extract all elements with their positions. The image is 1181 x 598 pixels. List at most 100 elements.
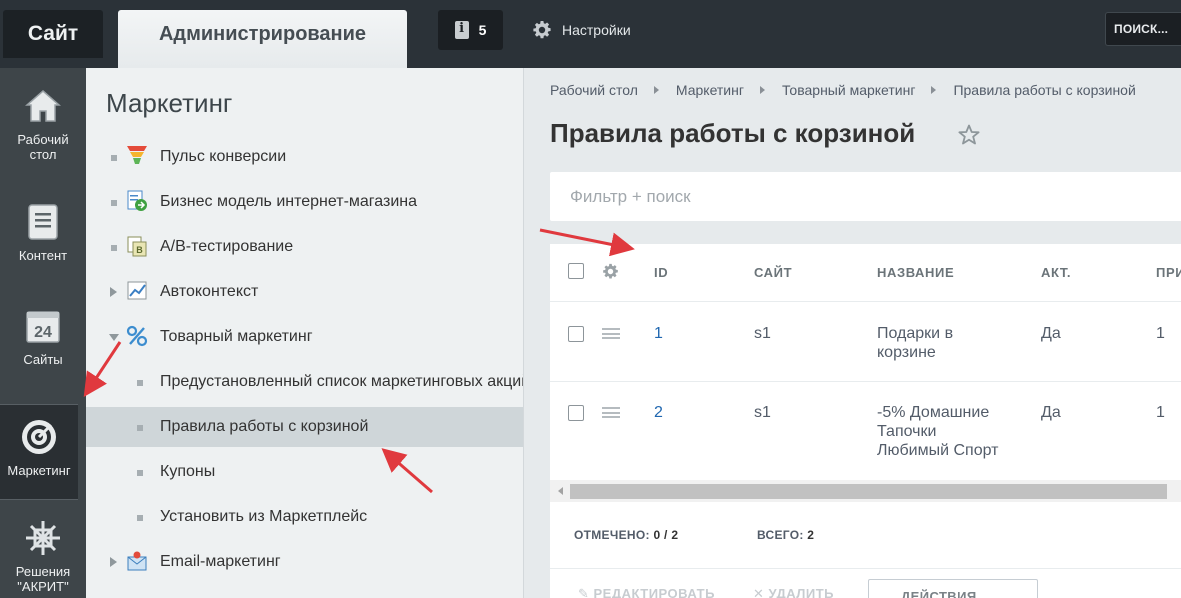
cell-id[interactable]: 2 — [654, 403, 663, 422]
delete-label: УДАЛИТЬ — [768, 586, 835, 598]
collapse-arrow-icon[interactable] — [109, 334, 119, 341]
menu-item-autocontext[interactable]: Автоконтекст — [86, 272, 523, 312]
menu-item-coupons[interactable]: Купоны — [86, 452, 523, 492]
settings-button[interactable]: Настройки — [532, 18, 631, 42]
table-row[interactable]: 2 s1 -5% Домашние Тапочки Любимый Спорт … — [550, 382, 1181, 480]
breadcrumb-separator-icon — [931, 86, 937, 94]
actions-select[interactable]: ДЕЙСТВИЯ — [868, 579, 1038, 598]
menu-item-ab-testing[interactable]: B A/B-тестирование — [86, 227, 523, 267]
drag-handle-icon[interactable] — [602, 328, 620, 339]
menu-item-label: Email-маркетинг — [160, 553, 281, 570]
column-header-site[interactable]: САЙТ — [754, 265, 792, 280]
rail-item-sites[interactable]: 24 Сайты — [0, 306, 86, 367]
menu-item-business-model[interactable]: Бизнес модель интернет-магазина — [86, 182, 523, 222]
cell-id[interactable]: 1 — [654, 324, 663, 343]
breadcrumb-product-marketing[interactable]: Товарный маркетинг — [782, 82, 915, 98]
search-input[interactable]: ПОИСК... — [1105, 12, 1181, 46]
rail-item-desktop[interactable]: Рабочий стол — [0, 86, 86, 162]
menu-item-product-marketing[interactable]: Товарный маркетинг — [86, 317, 523, 357]
column-header-priority[interactable]: ПРИ — [1156, 265, 1181, 280]
breadcrumb-cart-rules[interactable]: Правила работы с корзиной — [953, 82, 1135, 98]
cell-name: Подарки в корзине — [877, 324, 953, 362]
left-rail: Рабочий стол Контент 24 Сайты Маркетинг … — [0, 68, 86, 598]
menu-item-label: Автоконтекст — [160, 283, 259, 300]
rail-item-label: Рабочий стол — [17, 132, 69, 162]
menu-item-label: Предустановленный список маркетинговых а… — [160, 373, 524, 390]
bullet — [137, 425, 143, 431]
menu-item-marketplace[interactable]: Установить из Маркетплейс — [86, 497, 523, 537]
document-icon — [23, 202, 63, 242]
horizontal-scrollbar[interactable] — [550, 480, 1181, 502]
drag-handle-icon[interactable] — [602, 407, 620, 418]
rail-item-label: Контент — [18, 248, 68, 263]
section-menu: Маркетинг Пульс конверсии Бизнес модель … — [86, 68, 524, 598]
cell-name-line: -5% Домашние — [877, 404, 990, 421]
bullet — [111, 155, 117, 161]
funnel-icon — [127, 146, 147, 164]
svg-text:24: 24 — [34, 324, 52, 341]
rail-item-label: Сайты — [23, 352, 63, 367]
total-label: ВСЕГО: — [757, 528, 804, 542]
delete-button[interactable]: ✕ УДАЛИТЬ — [753, 586, 834, 598]
settings-label: Настройки — [562, 22, 631, 38]
rules-grid: ID САЙТ НАЗВАНИЕ АКТ. ПРИ 1 s1 Подарки в… — [550, 244, 1181, 598]
tab-administration[interactable]: Администрирование — [118, 10, 407, 68]
cross-icon: ✕ — [753, 586, 769, 598]
row-checkbox[interactable] — [568, 326, 584, 342]
expand-arrow-icon[interactable] — [110, 557, 117, 567]
menu-item-label: Пульс конверсии — [160, 148, 287, 165]
menu-title: Маркетинг — [106, 88, 233, 118]
breadcrumb-separator-icon — [759, 86, 765, 94]
menu-item-label: A/B-тестирование — [160, 238, 294, 255]
expand-arrow-icon[interactable] — [110, 287, 117, 297]
breadcrumb-desktop[interactable]: Рабочий стол — [550, 82, 638, 98]
group-actions-bar: ✎ РЕДАКТИРОВАТЬ ✕ УДАЛИТЬ ДЕЙСТВИЯ — [550, 568, 1181, 598]
edit-button[interactable]: ✎ РЕДАКТИРОВАТЬ — [578, 586, 715, 598]
breadcrumb: Рабочий стол Маркетинг Товарный маркетин… — [550, 82, 1136, 98]
total-value: 2 — [807, 528, 815, 542]
breadcrumb-separator-icon — [653, 86, 659, 94]
bullet — [137, 515, 143, 521]
rail-item-marketing[interactable]: Маркетинг — [0, 404, 78, 500]
menu-item-label: Установить из Маркетплейс — [160, 508, 368, 525]
pencil-icon: ✎ — [578, 586, 594, 598]
info-icon — [454, 21, 469, 39]
table-row[interactable]: 1 s1 Подарки в корзине Да 1 — [550, 302, 1181, 382]
cell-name: -5% Домашние Тапочки Любимый Спорт — [877, 403, 998, 460]
marked-value: 0 / 2 — [653, 528, 679, 542]
tab-site[interactable]: Сайт — [3, 10, 103, 58]
rail-item-label: Маркетинг — [7, 463, 71, 478]
menu-item-conversion-pulse[interactable]: Пульс конверсии — [86, 137, 523, 177]
notifications-button[interactable]: 5 — [438, 10, 503, 50]
column-header-id[interactable]: ID — [654, 265, 668, 280]
breadcrumb-marketing[interactable]: Маркетинг — [676, 82, 744, 98]
filter-search-input[interactable]: Фильтр + поиск — [550, 172, 1181, 221]
knot-icon — [23, 518, 63, 558]
top-bar: Сайт Администрирование 5 Настройки ПОИСК… — [0, 0, 1181, 68]
svg-text:B: B — [136, 245, 143, 255]
row-checkbox[interactable] — [568, 405, 584, 421]
menu-item-preset-promotions[interactable]: Предустановленный список маркетинговых а… — [86, 362, 524, 402]
rail-item-content[interactable]: Контент — [0, 202, 86, 263]
column-header-active[interactable]: АКТ. — [1041, 265, 1071, 280]
scrollbar-thumb[interactable] — [570, 484, 1167, 499]
menu-item-label: Купоны — [160, 463, 216, 480]
column-header-name[interactable]: НАЗВАНИЕ — [877, 265, 954, 280]
cell-active: Да — [1041, 404, 1061, 421]
main-content: Рабочий стол Маркетинг Товарный маркетин… — [525, 68, 1181, 598]
rail-item-akrit[interactable]: Решения "АКРИТ" — [0, 518, 86, 594]
cell-site: s1 — [754, 325, 771, 342]
select-all-checkbox[interactable] — [568, 263, 584, 279]
star-icon[interactable] — [957, 123, 981, 147]
menu-item-cart-rules[interactable]: Правила работы с корзиной — [86, 407, 523, 447]
bullet — [137, 380, 143, 386]
menu-item-email-marketing[interactable]: Email-маркетинг — [86, 542, 523, 582]
menu-item-label: Правила работы с корзиной — [160, 418, 369, 435]
marked-label: ОТМЕЧЕНО: — [574, 528, 650, 542]
ab-test-icon: B — [127, 236, 147, 257]
target-icon — [19, 417, 59, 457]
scroll-left-icon[interactable] — [558, 487, 563, 495]
bullet — [111, 245, 117, 251]
total-count: ВСЕГО: 2 — [757, 528, 814, 542]
gear-icon[interactable] — [602, 263, 619, 280]
